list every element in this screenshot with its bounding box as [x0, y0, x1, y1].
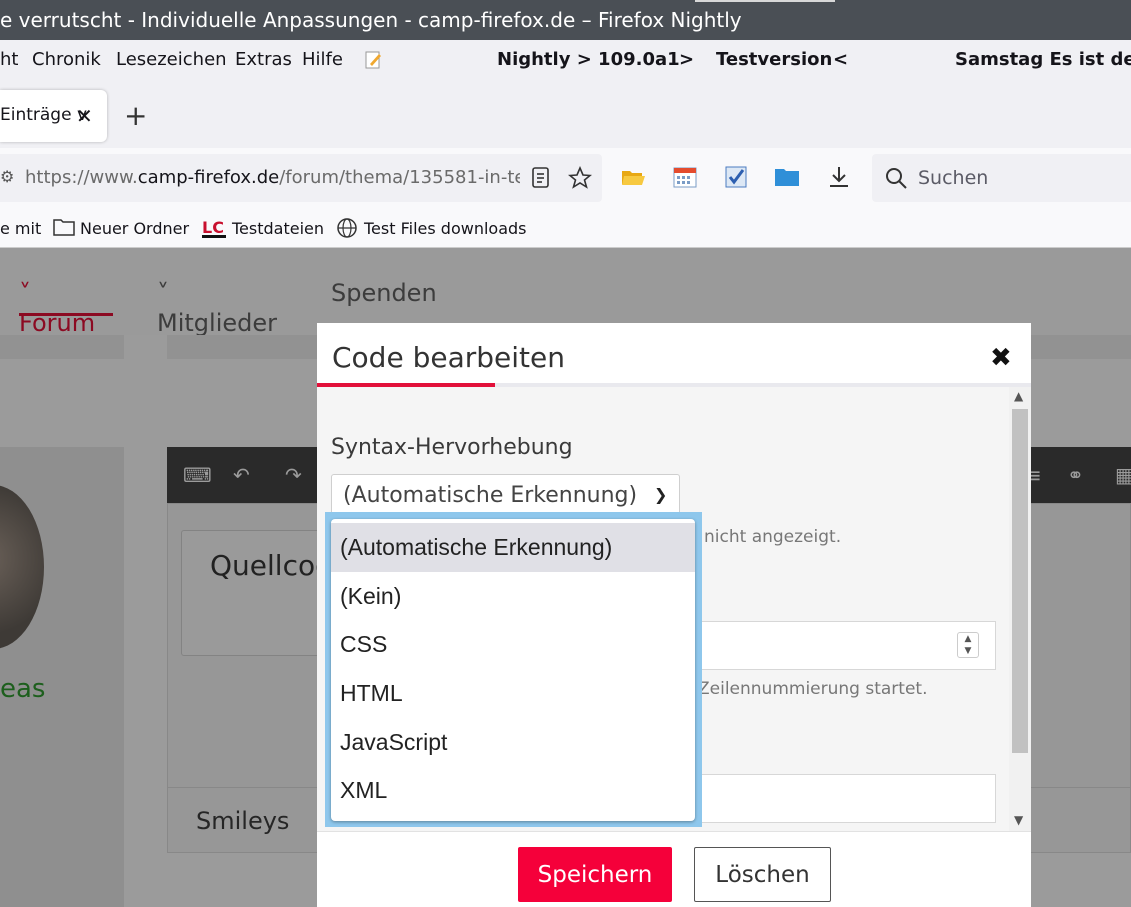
task-check-icon[interactable]	[723, 164, 749, 190]
syntax-label: Syntax-Hervorhebung	[331, 435, 573, 460]
dropdown-option-javascript[interactable]: JavaScript	[331, 718, 695, 767]
search-icon	[886, 168, 907, 189]
folder-outline-icon	[53, 219, 75, 236]
date-display: Samstag Es ist der: 1	[955, 49, 1131, 70]
tab-active[interactable]: Einträge v ✕	[0, 90, 107, 142]
username[interactable]: eas	[0, 674, 45, 704]
code-block-title: Quellcod	[210, 549, 333, 582]
dialog-scrollbar[interactable]: ▲ ▼	[1009, 387, 1031, 831]
menu-bar: ht Chronik Lesezeichen Extras Hilfe Nigh…	[0, 40, 1131, 82]
source-code-icon[interactable]: ⌨	[183, 463, 212, 487]
bookmark-testdateien[interactable]: Testdateien	[232, 219, 324, 238]
tab-smileys[interactable]: Smileys	[196, 807, 289, 835]
menu-item-hilfe[interactable]: Hilfe	[302, 49, 343, 70]
menu-item-lesezeichen[interactable]: Lesezeichen	[116, 49, 227, 70]
scroll-up-icon[interactable]: ▲	[1014, 389, 1023, 403]
tab-label: Einträge v	[0, 105, 88, 125]
nav-forum[interactable]: Forum ˅	[19, 279, 95, 337]
tab-bar: Einträge v ✕ +	[0, 82, 1131, 148]
link-icon[interactable]: ⚭	[1067, 463, 1084, 487]
nav-mitglieder[interactable]: Mitglieder ˅	[157, 279, 277, 337]
save-button[interactable]: Speichern	[518, 847, 672, 902]
titlebar-strip	[695, 0, 835, 2]
edit-note-icon[interactable]	[364, 50, 384, 70]
syntax-dropdown-list: (Automatische Erkennung) (Kein) CSS HTML…	[331, 519, 695, 821]
lc-logo-icon: LC	[202, 218, 226, 238]
window-titlebar: e verrutscht - Individuelle Anpassungen …	[0, 0, 1131, 40]
dropdown-option-xml[interactable]: XML	[331, 766, 695, 815]
nav-next-arrow[interactable]: >	[679, 49, 694, 70]
menu-item-view[interactable]: ht	[0, 49, 18, 70]
table-icon[interactable]: ▦	[1115, 463, 1131, 487]
nightly-version: Nightly > 109.0a1	[497, 49, 680, 70]
filename-input[interactable]	[697, 774, 996, 823]
nav-bar: ⚙ https://www.camp-firefox.de/forum/them…	[0, 148, 1131, 208]
nav-prev-arrow[interactable]: <	[833, 49, 848, 70]
syntax-hint: nicht angezeigt.	[704, 527, 842, 547]
nav-spenden[interactable]: Spenden	[331, 279, 437, 307]
syntax-select-value: (Automatische Erkennung)	[343, 483, 638, 508]
globe-icon	[337, 218, 357, 238]
bookmarks-bar: e mit Neuer Ordner LC Testdateien Test F…	[0, 208, 1131, 248]
scrollbar-thumb[interactable]	[1012, 409, 1028, 753]
redo-icon[interactable]: ↷	[285, 463, 302, 487]
window-title: e verrutscht - Individuelle Anpassungen …	[0, 8, 742, 32]
downloads-icon[interactable]	[826, 164, 852, 190]
folder-icon[interactable]	[774, 164, 800, 190]
new-tab-button[interactable]: +	[124, 102, 147, 130]
svg-text:LC: LC	[202, 218, 224, 237]
number-spinner[interactable]: ▲ ▼	[957, 632, 979, 658]
bookmark-test-files[interactable]: Test Files downloads	[364, 219, 527, 238]
scroll-down-icon[interactable]: ▼	[1014, 813, 1023, 827]
undo-icon[interactable]: ↶	[233, 463, 250, 487]
testversion-label: Testversion	[716, 49, 833, 70]
line-number-input[interactable]: ▲ ▼	[697, 621, 996, 670]
chevron-down-icon: ❯	[654, 485, 668, 504]
bookmark-item[interactable]: e mit	[0, 219, 41, 238]
menu-item-chronik[interactable]: Chronik	[32, 49, 101, 70]
search-placeholder: Suchen	[918, 167, 989, 189]
search-input[interactable]: Suchen	[872, 154, 1131, 202]
line-number-hint: Zeilennummierung startet.	[698, 679, 928, 699]
tab-close-icon[interactable]: ✕	[76, 104, 93, 128]
dropdown-option-html[interactable]: HTML	[331, 669, 695, 718]
delete-button[interactable]: Löschen	[694, 847, 831, 902]
nav-active-underline	[19, 313, 113, 316]
close-icon[interactable]: ✖	[990, 345, 1012, 371]
page-stripe	[0, 335, 124, 359]
bookmark-star-icon[interactable]	[568, 166, 592, 190]
site-permissions-icon[interactable]: ⚙	[0, 167, 14, 186]
dialog-footer: Speichern Löschen	[317, 831, 1031, 907]
dropdown-option-none[interactable]: (Kein)	[331, 572, 695, 621]
calendar-icon[interactable]	[672, 164, 698, 190]
reader-view-icon[interactable]	[530, 166, 552, 190]
bookmark-neuer-ordner[interactable]: Neuer Ordner	[80, 219, 189, 238]
url-text[interactable]: https://www.camp-firefox.de/forum/thema/…	[25, 167, 520, 188]
dropdown-option-css[interactable]: CSS	[331, 620, 695, 669]
dialog-title: Code bearbeiten	[332, 341, 565, 374]
dropdown-option-auto[interactable]: (Automatische Erkennung)	[331, 523, 695, 572]
menu-item-extras[interactable]: Extras	[235, 49, 292, 70]
url-bar[interactable]: ⚙ https://www.camp-firefox.de/forum/them…	[0, 154, 602, 202]
open-folder-icon[interactable]	[620, 164, 646, 190]
